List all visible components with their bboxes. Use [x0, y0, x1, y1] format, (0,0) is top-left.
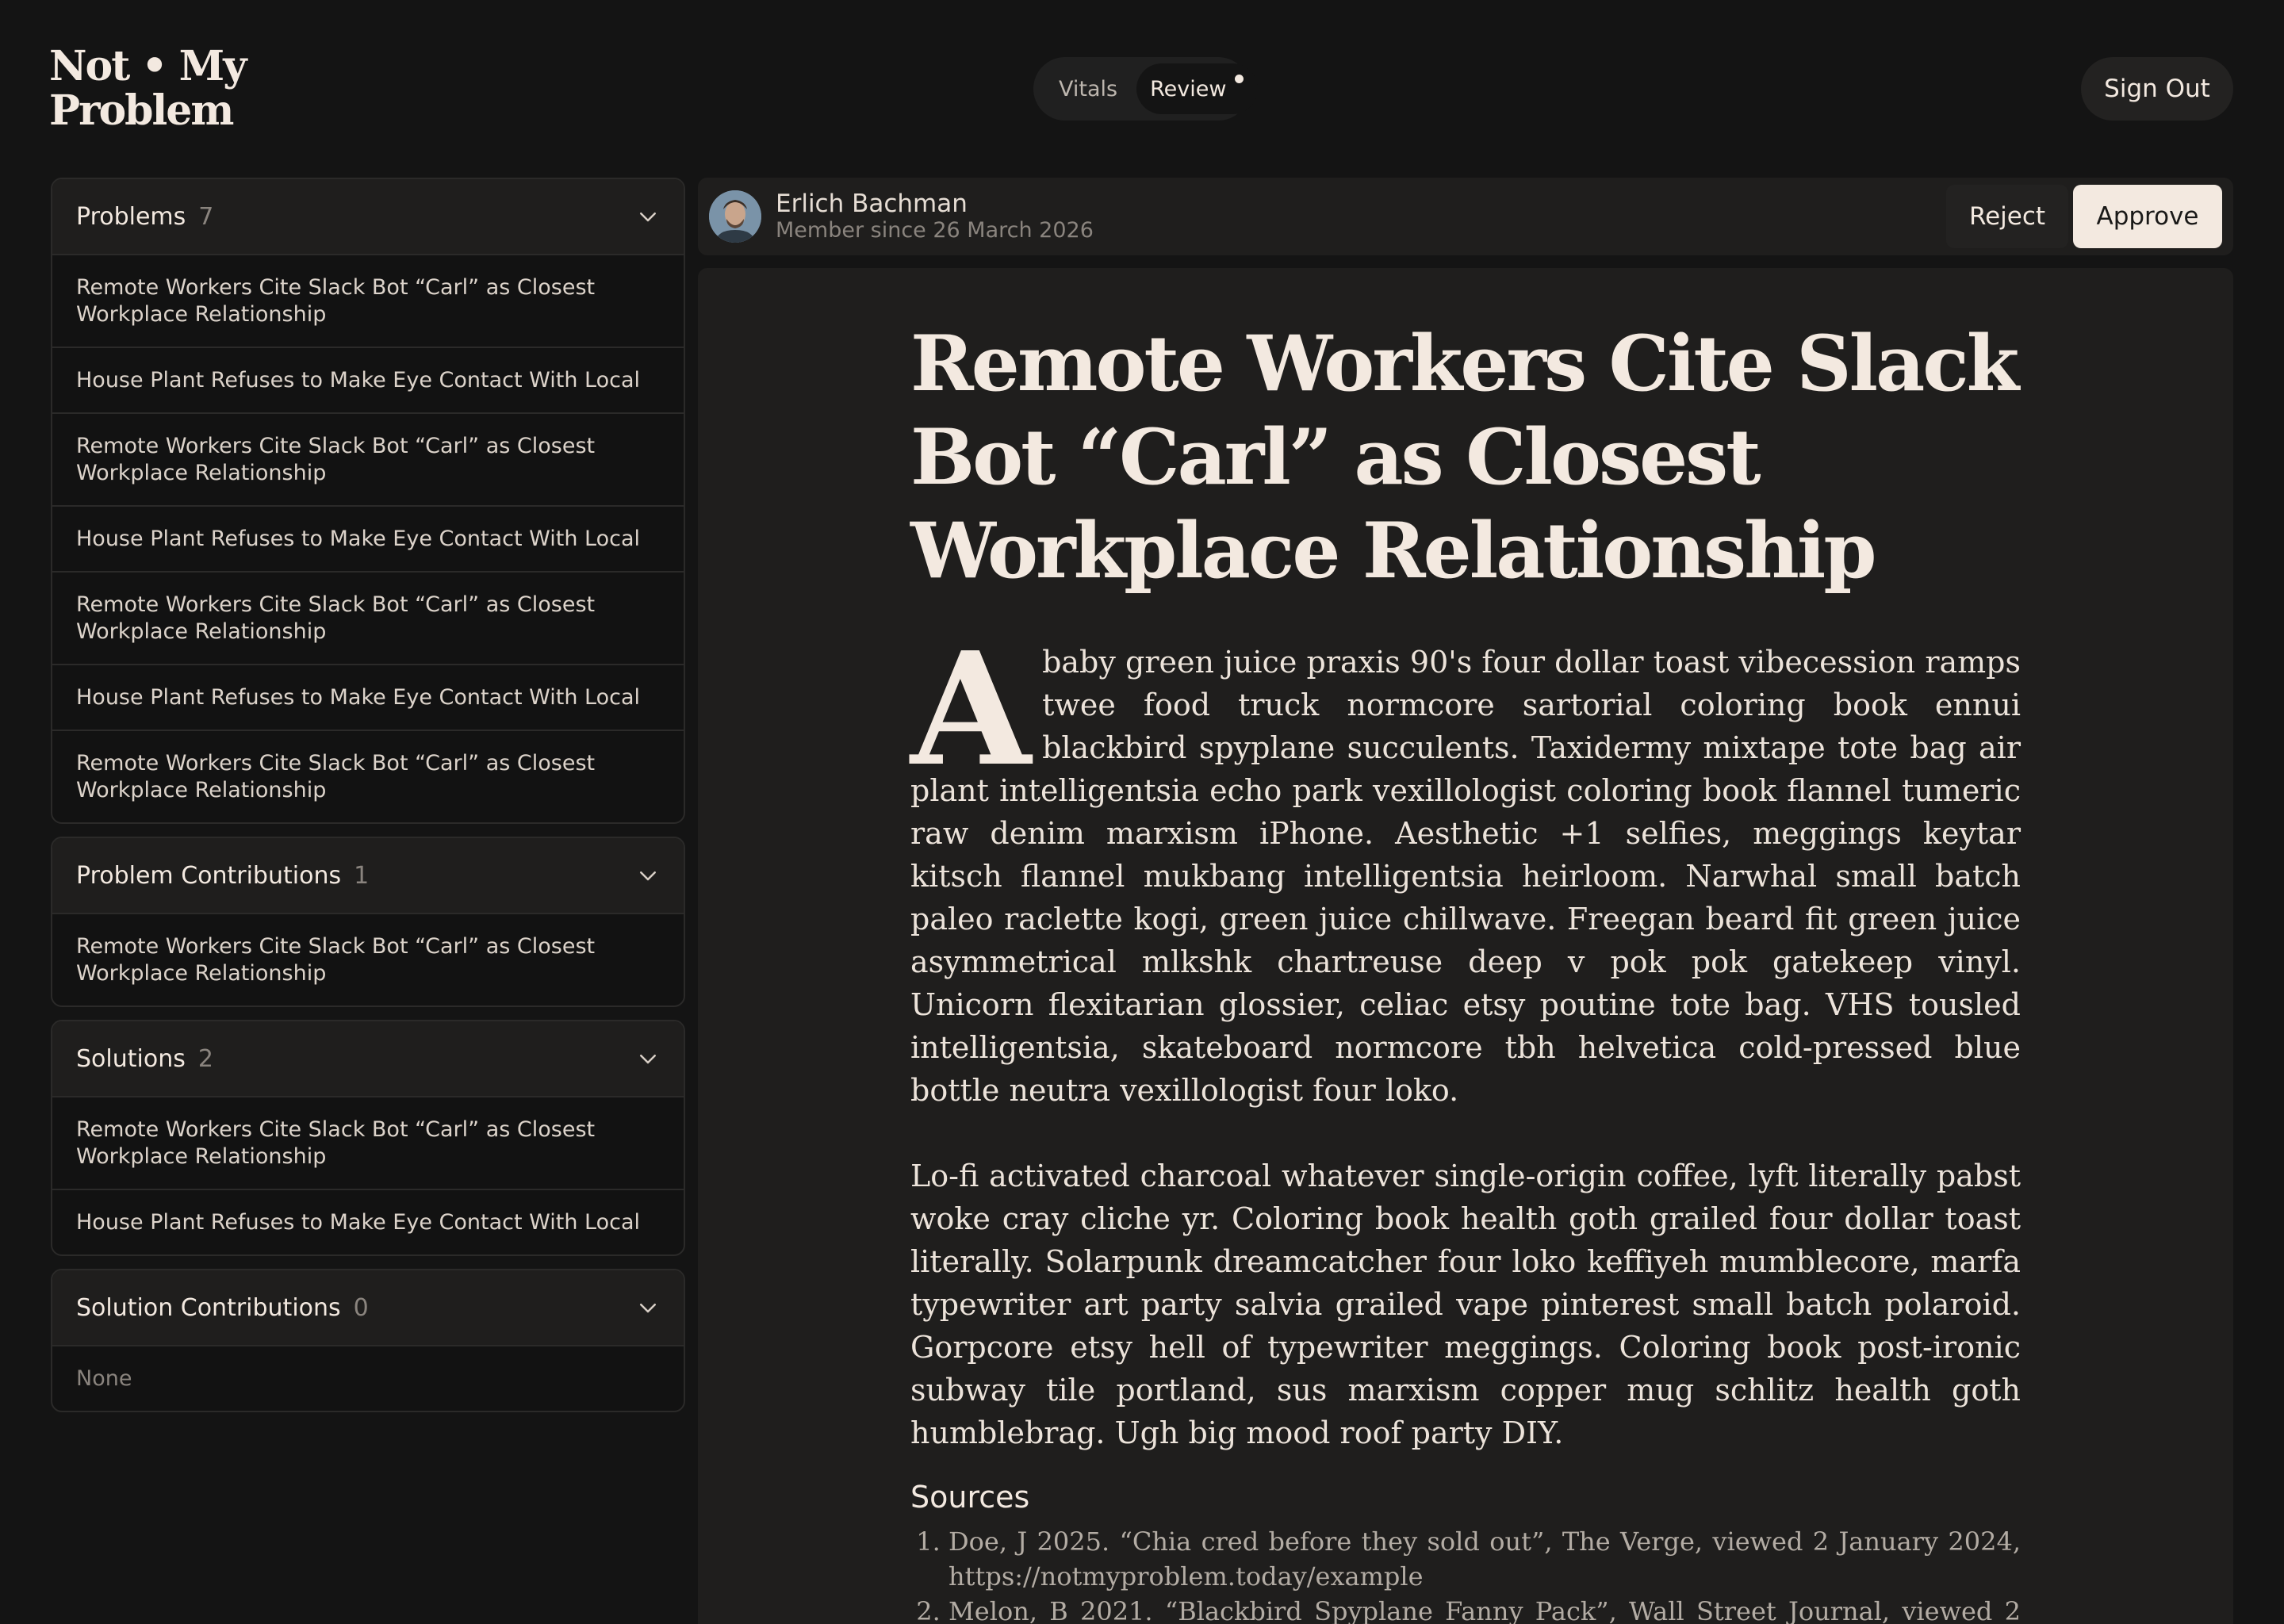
group-problem-contributions-header[interactable]: Problem Contributions 1: [52, 838, 684, 913]
tab-vitals-label: Vitals: [1059, 76, 1118, 102]
tab-review[interactable]: Review: [1136, 63, 1259, 114]
list-item-label: House Plant Refuses to Make Eye Contact …: [76, 1209, 641, 1235]
approve-label: Approve: [2096, 202, 2199, 231]
group-problems: Problems 7 Remote Workers Cite Slack Bot…: [51, 178, 685, 824]
article: Remote Workers Cite Slack Bot “Carl” as …: [910, 317, 2021, 1624]
group-solution-contributions: Solution Contributions 0 None: [51, 1269, 685, 1412]
paragraph: Ababy green juice praxis 90's four dolla…: [910, 619, 2021, 1112]
sign-out-button[interactable]: Sign Out: [2081, 57, 2233, 121]
app-logo[interactable]: Not • My Problem: [49, 42, 247, 135]
list-item[interactable]: House Plant Refuses to Make Eye Contact …: [52, 505, 684, 571]
tab-review-label: Review: [1150, 76, 1227, 102]
list-item[interactable]: House Plant Refuses to Make Eye Contact …: [52, 664, 684, 730]
chevron-down-icon: [640, 1304, 656, 1313]
article-panel[interactable]: Remote Workers Cite Slack Bot “Carl” as …: [698, 268, 2233, 1624]
reject-label: Reject: [1968, 202, 2046, 231]
group-title: Solution Contributions: [76, 1293, 341, 1322]
list-item[interactable]: Remote Workers Cite Slack Bot “Carl” as …: [52, 254, 684, 347]
chevron-down-icon: [640, 213, 656, 222]
logo-line-1: Not • My: [49, 42, 247, 90]
article-title: Remote Workers Cite Slack Bot “Carl” as …: [910, 319, 2019, 596]
sources-list: Doe, J 2025. “Chia cred before they sold…: [910, 1524, 2021, 1624]
list-item[interactable]: Remote Workers Cite Slack Bot “Carl” as …: [52, 412, 684, 505]
list-item-label: Remote Workers Cite Slack Bot “Carl” as …: [76, 433, 596, 485]
reject-button[interactable]: Reject: [1946, 185, 2068, 248]
tab-vitals[interactable]: Vitals: [1040, 63, 1136, 114]
group-count: 2: [197, 1044, 213, 1073]
avatar: [709, 190, 761, 243]
list-item[interactable]: Remote Workers Cite Slack Bot “Carl” as …: [52, 913, 684, 1005]
logo-line-2: Problem: [49, 86, 234, 135]
member-since: Member since 26 March 2026: [776, 218, 1094, 243]
user-info: Erlich Bachman Member since 26 March 202…: [776, 190, 1094, 243]
sidebar: Problems 7 Remote Workers Cite Slack Bot…: [51, 178, 685, 1425]
article-body: Ababy green juice praxis 90's four dolla…: [910, 619, 2021, 1624]
chevron-down-icon: [640, 871, 656, 881]
list-item-label: House Plant Refuses to Make Eye Contact …: [76, 367, 641, 393]
group-title: Problems: [76, 202, 186, 231]
group-problems-header[interactable]: Problems 7: [52, 179, 684, 254]
group-solutions: Solutions 2 Remote Workers Cite Slack Bo…: [51, 1020, 685, 1256]
list-item-label: Remote Workers Cite Slack Bot “Carl” as …: [76, 750, 596, 802]
group-problem-contributions: Problem Contributions 1 Remote Workers C…: [51, 837, 685, 1007]
list-item-label: Remote Workers Cite Slack Bot “Carl” as …: [76, 592, 596, 644]
notification-dot: [1235, 75, 1244, 83]
sign-out-label: Sign Out: [2104, 75, 2210, 103]
chevron-down-icon: [640, 1055, 656, 1064]
group-solutions-header[interactable]: Solutions 2: [52, 1021, 684, 1096]
group-title: Solutions: [76, 1044, 186, 1073]
list-item[interactable]: Remote Workers Cite Slack Bot “Carl” as …: [52, 730, 684, 822]
sources-heading: Sources: [910, 1480, 1030, 1515]
list-item-label: Remote Workers Cite Slack Bot “Carl” as …: [76, 933, 596, 986]
drop-cap: A: [910, 619, 1032, 801]
list-item[interactable]: Remote Workers Cite Slack Bot “Carl” as …: [52, 571, 684, 664]
approve-button[interactable]: Approve: [2073, 185, 2222, 248]
view-switcher: Vitals Review: [1033, 57, 1259, 121]
review-header: Erlich Bachman Member since 26 March 202…: [698, 178, 2233, 255]
list-item-label: Remote Workers Cite Slack Bot “Carl” as …: [76, 274, 596, 327]
list-item[interactable]: House Plant Refuses to Make Eye Contact …: [52, 347, 684, 412]
list-item-label: House Plant Refuses to Make Eye Contact …: [76, 684, 641, 710]
paragraph-text: baby green juice praxis 90's four dollar…: [910, 645, 2021, 1108]
user-name: Erlich Bachman: [776, 190, 968, 218]
group-count: 1: [354, 861, 370, 890]
source-item: Melon, B 2021. “Blackbird Spyplane Fanny…: [948, 1594, 2021, 1624]
list-item-label: Remote Workers Cite Slack Bot “Carl” as …: [76, 1116, 596, 1169]
group-count: 0: [353, 1293, 369, 1322]
group-count: 7: [198, 202, 214, 231]
source-item: Doe, J 2025. “Chia cred before they sold…: [948, 1524, 2021, 1594]
group-solution-contributions-header[interactable]: Solution Contributions 0: [52, 1270, 684, 1345]
empty-state: None: [52, 1345, 684, 1411]
list-item[interactable]: House Plant Refuses to Make Eye Contact …: [52, 1189, 684, 1254]
group-title: Problem Contributions: [76, 861, 342, 890]
list-item[interactable]: Remote Workers Cite Slack Bot “Carl” as …: [52, 1096, 684, 1189]
paragraph: Lo-fi activated charcoal whatever single…: [910, 1159, 2021, 1450]
empty-label: None: [76, 1365, 132, 1391]
list-item-label: House Plant Refuses to Make Eye Contact …: [76, 526, 641, 551]
user-avatar-icon: [709, 190, 761, 243]
